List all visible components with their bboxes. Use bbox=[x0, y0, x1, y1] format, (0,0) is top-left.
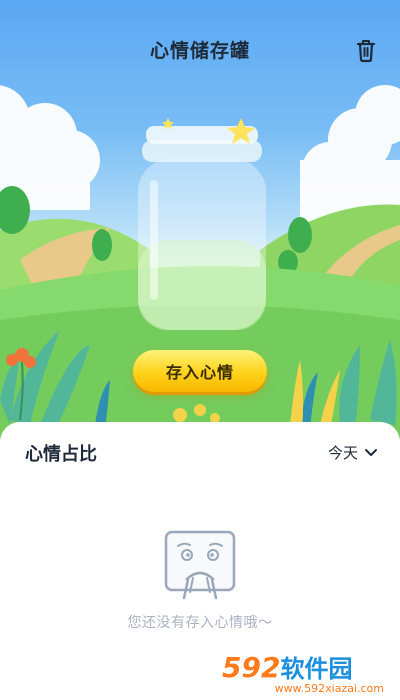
sad-face-box-icon bbox=[164, 530, 236, 600]
store-mood-button[interactable]: 存入心情 bbox=[133, 350, 267, 392]
watermark-logo: 592软件园 www.592xiazai.com bbox=[222, 654, 392, 696]
page-title: 心情储存罐 bbox=[149, 40, 250, 62]
hero-scene: 心情储存罐 存入心情 bbox=[0, 0, 400, 440]
chevron-down-icon bbox=[365, 448, 377, 456]
trash-button[interactable] bbox=[354, 37, 378, 63]
panel-title: 心情占比 bbox=[25, 444, 97, 465]
jar-illustration bbox=[138, 126, 266, 330]
empty-message: 您还没有存入心情哦～ bbox=[127, 615, 273, 631]
watermark-url: www.592xiazai.com bbox=[274, 682, 384, 695]
period-label: 今天 bbox=[327, 444, 358, 462]
watermark-number: 592 bbox=[222, 651, 281, 684]
trash-icon bbox=[356, 40, 376, 63]
watermark-brand: 软件园 bbox=[280, 655, 353, 683]
period-selector[interactable]: 今天 bbox=[328, 442, 378, 463]
